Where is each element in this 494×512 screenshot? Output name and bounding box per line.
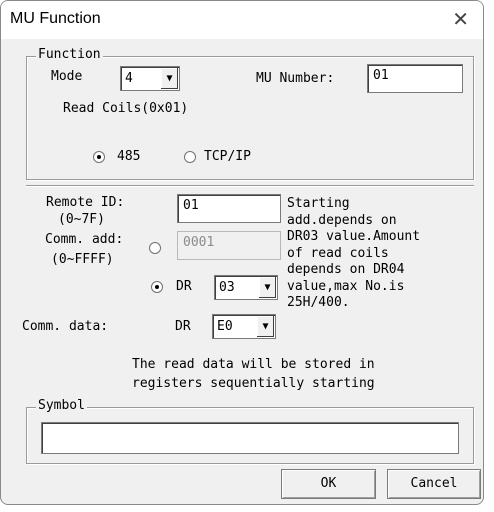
comm-data-dr-label: DR [175,319,191,334]
comm-add-range: (0~FFFF) [51,252,114,267]
title-bar: MU Function ✕ [1,1,483,39]
mode-value: 4 [125,71,133,86]
ok-button-label: OK [320,476,337,491]
radio-485-label[interactable]: 485 [117,149,140,164]
symbol-input[interactable] [41,422,459,454]
comm-add-input[interactable]: 0001 [177,231,281,260]
note-line: of read coils [287,245,389,261]
dr-label: DR [176,279,192,294]
remote-id-input[interactable]: 01 [177,194,281,223]
close-icon[interactable]: ✕ [452,7,469,31]
radio-tcpip-label[interactable]: TCP/IP [204,149,251,164]
note-line: 25H/400. [287,295,350,310]
remote-id-range: (0~7F) [58,212,105,227]
dr-select[interactable]: 03 ▼ [214,275,278,300]
cancel-button-label: Cancel [410,476,458,491]
radio-dr[interactable] [151,281,163,293]
note-line: Starting [287,196,350,211]
note-line: DR03 value.Amount [287,229,421,244]
stored-text-line-2: registers sequentially starting [132,376,375,391]
function-legend: Function [36,47,103,62]
dr-value: 03 [219,280,235,295]
mu-number-input[interactable]: 01 [367,64,463,93]
ok-button[interactable]: OK [281,469,376,499]
radio-485[interactable] [93,151,105,163]
chevron-down-icon[interactable]: ▼ [160,68,178,89]
mode-label: Mode [51,69,83,84]
comm-data-label: Comm. data: [22,319,109,334]
mu-function-dialog: MU Function ✕ Function Mode 4 ▼ MU Numbe… [0,0,484,505]
radio-comm-add[interactable] [149,242,161,254]
comm-data-select[interactable]: E0 ▼ [212,314,276,339]
cancel-button[interactable]: Cancel [387,469,481,499]
dialog-title: MU Function [10,10,101,27]
note-line: depends on DR04 [287,262,405,277]
separator [26,185,474,187]
stored-text-line-1: The read data will be stored in [132,357,375,372]
comm-data-value: E0 [217,319,233,334]
address-note: Starting add.depends on DR03 value.Amoun… [287,196,465,312]
chevron-down-icon[interactable]: ▼ [258,277,276,298]
radio-tcpip[interactable] [184,151,196,163]
remote-id-label: Remote ID: [46,195,125,210]
symbol-legend: Symbol [36,398,87,413]
note-line: add.depends on [287,212,397,228]
mode-select[interactable]: 4 ▼ [120,66,180,91]
function-description: Read Coils(0x01) [63,101,189,116]
mu-number-label: MU Number: [256,71,335,86]
note-line: value,max No.is [287,278,405,294]
comm-add-label: Comm. add: [45,232,124,247]
chevron-down-icon[interactable]: ▼ [256,316,274,337]
